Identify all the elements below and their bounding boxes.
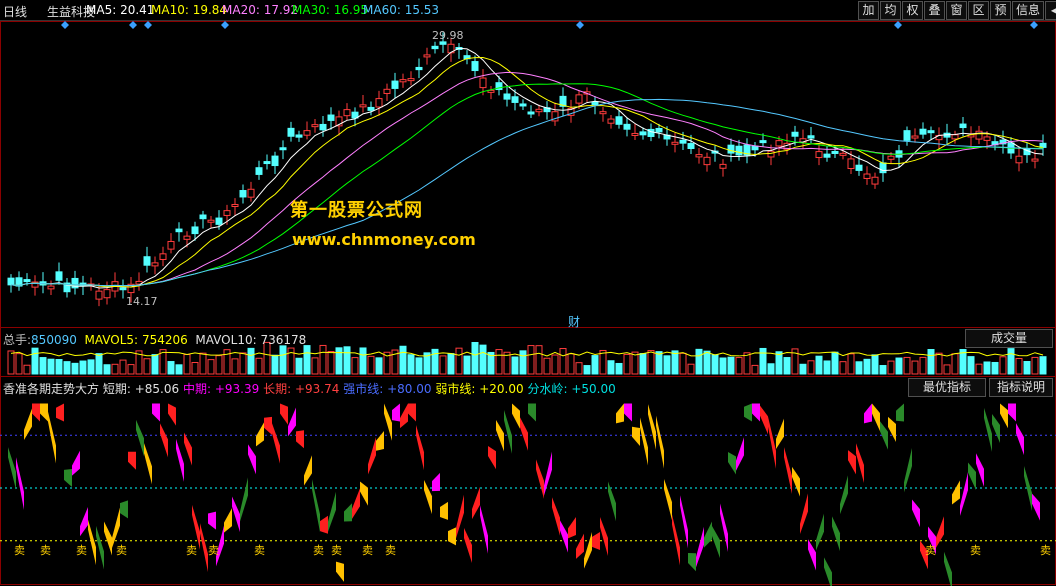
volume-header: 总手:850090 MAVOL5: 754206 MAVOL10: 736178 (3, 333, 307, 347)
watershed-label: 分水岭: +50.00 (527, 382, 616, 396)
volume-value: 850090 (31, 333, 77, 347)
long-term-label: 长期: +93.74 (263, 382, 340, 396)
sell-marker: 卖 (1040, 544, 1051, 557)
indicator-header: 香准各期走势大方 短期: +85.06 中期: +93.39 长期: +93.7… (3, 380, 616, 397)
chart-frame (0, 21, 1056, 585)
sell-marker: 卖 (40, 544, 51, 557)
ma10-line (10, 56, 1044, 288)
event-marker-icon (894, 21, 902, 29)
sell-marker: 卖 (313, 544, 324, 557)
sell-marker: 卖 (116, 544, 127, 557)
sell-marker: 卖 (208, 544, 219, 557)
sell-marker: 卖 (362, 544, 373, 557)
sell-marker: 卖 (254, 544, 265, 557)
sell-marker: 卖 (76, 544, 87, 557)
sell-marker: 卖 (186, 544, 197, 557)
sell-marker: 卖 (925, 544, 936, 557)
sell-marker: 卖 (331, 544, 342, 557)
short-term-label: 短期: +85.06 (102, 382, 180, 396)
financial-report-marker[interactable]: 财 (568, 313, 580, 330)
event-marker-icon (61, 21, 69, 29)
high-price-label: 29.98 (432, 29, 464, 42)
indicator-help-button[interactable]: 指标说明 (989, 378, 1053, 397)
event-marker-icon (144, 21, 152, 29)
mavol5-label: MAVOL5: 754206 (84, 333, 188, 347)
sell-marker: 卖 (14, 544, 25, 557)
mid-term-label: 中期: +93.39 (182, 382, 260, 396)
event-marker-icon (221, 21, 229, 29)
sell-marker: 卖 (970, 544, 981, 557)
strong-market-label: 强市线: +80.00 (343, 382, 432, 396)
best-indicator-button[interactable]: 最优指标 (908, 378, 986, 397)
weak-market-label: 弱市线: +20.00 (435, 382, 524, 396)
sell-marker: 卖 (385, 544, 396, 557)
event-marker-icon (576, 21, 584, 29)
indicator-ribbons (8, 403, 1040, 586)
low-price-label: 14.17 (126, 295, 158, 308)
watermark-url: www.chnmoney.com (292, 230, 476, 249)
candlesticks (7, 32, 1047, 307)
stock-chart-canvas[interactable]: 卖卖卖卖卖卖卖卖卖卖卖卖卖卖 (0, 0, 1056, 586)
event-marker-icon (129, 21, 137, 29)
volume-indicator-button[interactable]: 成交量 (965, 329, 1053, 348)
indicator-name: 香准各期走势大方 (3, 382, 100, 396)
watermark-title: 第一股票公式网 (290, 200, 423, 221)
mavol10-label: MAVOL10: 736178 (195, 333, 307, 347)
event-marker-icon (1030, 21, 1038, 29)
